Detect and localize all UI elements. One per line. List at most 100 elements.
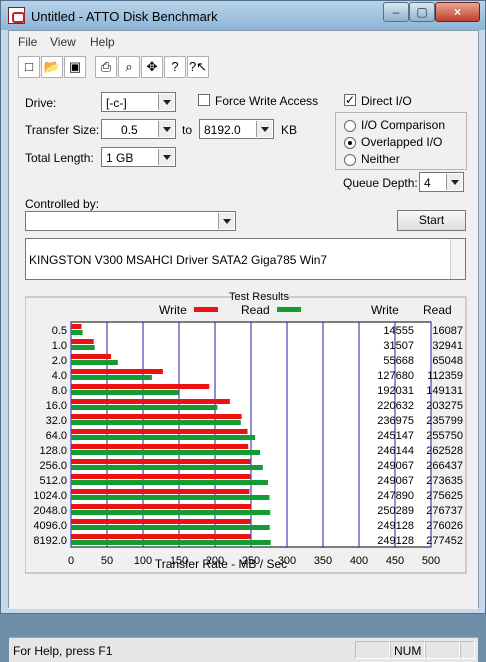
atto-app-icon [8, 7, 25, 24]
close-button[interactable]: × [435, 2, 480, 22]
chevron-down-icon[interactable] [446, 174, 462, 190]
write-bar [71, 429, 248, 434]
write-value: 250289 [377, 505, 414, 517]
read-value: 273635 [426, 475, 463, 487]
queue-depth-select[interactable]: 4 [419, 172, 464, 192]
chart-title: Test Results [229, 291, 289, 303]
chevron-down-icon[interactable] [158, 94, 174, 110]
read-bar [71, 480, 269, 485]
help-question-icon[interactable]: ? [164, 56, 186, 78]
category-label: 2.0 [52, 355, 67, 367]
test-results-chart: Test Results Write Read Write Read 0 50 10… [25, 289, 467, 574]
read-bar [71, 390, 179, 395]
print-preview-icon[interactable]: ⌕ [118, 56, 140, 78]
category-label: 256.0 [39, 460, 67, 472]
direct-io-checkbox[interactable] [344, 93, 356, 107]
write-value: 249128 [377, 520, 414, 532]
chevron-down-icon[interactable] [256, 121, 272, 137]
menu-file[interactable]: File [18, 35, 37, 49]
read-value: 16087 [432, 325, 463, 337]
category-label: 512.0 [39, 475, 67, 487]
write-bar [71, 384, 210, 389]
open-folder-icon[interactable]: 📂 [41, 56, 63, 78]
overlapped-io-label: Overlapped I/O [361, 135, 443, 149]
read-value: 149131 [426, 385, 463, 397]
read-value: 266437 [426, 460, 463, 472]
force-write-checkbox[interactable] [198, 94, 210, 106]
category-label: 8192.0 [33, 535, 67, 547]
benchmark-form: Drive: [-c-] Force Write Access Direct I… [9, 84, 478, 662]
status-help-text: For Help, press F1 [13, 644, 113, 658]
read-bar [71, 420, 241, 425]
category-label: 4.0 [52, 370, 67, 382]
transfer-size-label: Transfer Size: [25, 123, 100, 137]
write-bar [71, 504, 252, 509]
minimize-button[interactable]: – [383, 2, 409, 22]
read-bar [71, 360, 118, 365]
drive-select[interactable]: [-c-] [101, 92, 176, 112]
x-tick-label: 500 [422, 555, 440, 567]
to-label: to [182, 123, 193, 137]
app-window: Untitled - ATTO Disk Benchmark – ▢ × Fil… [0, 0, 486, 662]
write-value: 220632 [377, 400, 414, 412]
read-bar [71, 525, 270, 530]
controlled-by-select[interactable] [25, 211, 236, 231]
io-comparison-radio[interactable] [344, 120, 356, 132]
write-bar [71, 534, 251, 539]
read-value: 203275 [426, 400, 463, 412]
x-axis-label: Transfer Rate - MB / Sec [155, 557, 287, 571]
write-legend-label: Write [159, 303, 187, 317]
category-label: 4096.0 [33, 520, 67, 532]
move-icon[interactable]: ✥ [141, 56, 163, 78]
write-value: 247890 [377, 490, 414, 502]
read-value: 277452 [426, 535, 463, 547]
total-length-select[interactable]: 1 GB [101, 147, 176, 167]
x-tick-label: 350 [314, 555, 332, 567]
read-bar [71, 465, 263, 470]
description-textbox[interactable]: KINGSTON V300 MSAHCI Driver SATA2 Giga78… [25, 238, 466, 280]
neither-label: Neither [361, 152, 400, 166]
start-button[interactable]: Start [397, 210, 466, 231]
write-value: 249067 [377, 460, 414, 472]
neither-radio[interactable] [344, 154, 356, 166]
transfer-from-select[interactable]: 0.5 [101, 119, 176, 139]
chevron-down-icon[interactable] [218, 213, 234, 229]
chevron-down-icon[interactable] [158, 149, 174, 165]
write-value: 249128 [377, 535, 414, 547]
write-bar [71, 369, 163, 374]
read-value: 262528 [426, 445, 463, 457]
write-bar [71, 519, 251, 524]
read-bar [71, 345, 95, 350]
context-help-icon[interactable]: ?↖ [187, 56, 209, 78]
write-bar [71, 354, 112, 359]
description-scrollbar[interactable] [450, 239, 465, 279]
maximize-button[interactable]: ▢ [409, 2, 435, 22]
print-icon[interactable]: ⎙ [95, 56, 117, 78]
new-document-icon[interactable]: □ [18, 56, 40, 78]
transfer-to-value: 8192.0 [204, 123, 241, 137]
write-value: 55668 [383, 355, 414, 367]
overlapped-io-radio[interactable] [344, 137, 356, 149]
read-bar [71, 495, 270, 500]
client-area: File View Help □ 📂 ▣ ⎙ ⌕ ✥ ? ?↖ Drive: [… [8, 30, 479, 662]
category-label: 1024.0 [33, 490, 67, 502]
category-label: 1.0 [52, 340, 67, 352]
save-disk-icon[interactable]: ▣ [64, 56, 86, 78]
write-bar [71, 474, 251, 479]
drive-value: [-c-] [106, 96, 127, 110]
read-value: 32941 [432, 340, 463, 352]
read-bar [71, 540, 271, 545]
resize-grip-icon[interactable] [460, 641, 475, 659]
write-value: 192031 [377, 385, 414, 397]
title-bar[interactable]: Untitled - ATTO Disk Benchmark – ▢ × [1, 1, 485, 30]
category-label: 0.5 [52, 325, 67, 337]
menu-help[interactable]: Help [90, 35, 115, 49]
chevron-down-icon[interactable] [158, 121, 174, 137]
write-bar [71, 339, 94, 344]
menu-view[interactable]: View [50, 35, 76, 49]
transfer-to-select[interactable]: 8192.0 [199, 119, 274, 139]
status-empty-cell [425, 641, 460, 659]
window-title: Untitled - ATTO Disk Benchmark [31, 9, 218, 24]
category-label: 8.0 [52, 385, 67, 397]
x-tick-label: 50 [101, 555, 113, 567]
